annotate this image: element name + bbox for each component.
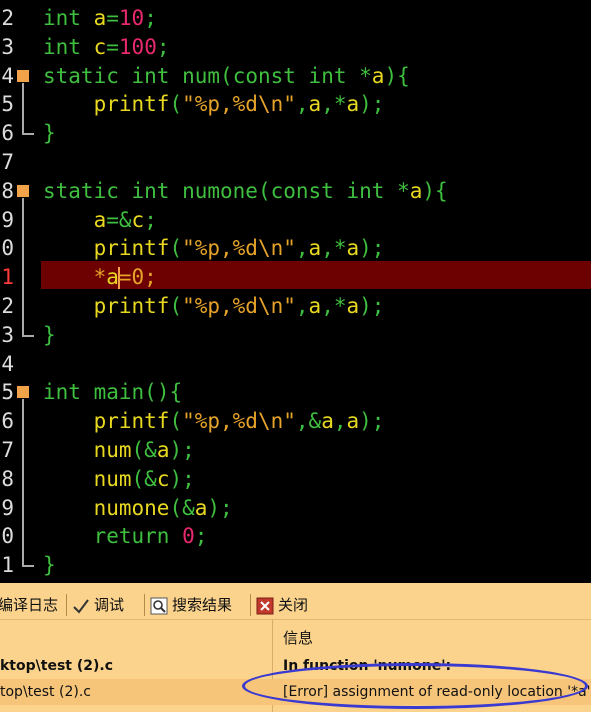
line-number: 7 — [1, 438, 14, 462]
line-number: 9 — [1, 207, 14, 232]
code-line[interactable]: 3 int c=100; — [0, 33, 591, 62]
line-number: 7 — [1, 150, 14, 174]
line-number: 8 — [1, 466, 14, 491]
code-line[interactable]: 1} — [0, 551, 591, 580]
line-number: 5 — [1, 92, 14, 117]
code-text: printf("%p,%d\n",a,*a); — [93, 294, 385, 318]
line-number: 0 — [1, 524, 14, 549]
tab-separator — [66, 594, 67, 616]
tab-separator — [144, 594, 145, 616]
fold-marker-icon[interactable] — [17, 386, 29, 399]
line-number: 9 — [1, 495, 14, 520]
code-text: } — [43, 322, 56, 347]
code-line[interactable]: 9 numone(&a); — [0, 494, 591, 523]
panel-tabs: 编译日志 调试 搜索结果 关闭 — [0, 591, 591, 620]
code-line[interactable]: 2 int a=10; — [0, 4, 591, 33]
code-text: *a=0; — [93, 265, 157, 290]
code-line-error[interactable]: 1 *a=0; — [0, 261, 591, 292]
code-line[interactable]: 9 a=&c; — [0, 206, 591, 235]
code-text: num(&c); — [93, 466, 195, 491]
code-line[interactable]: 5 int main(){ — [0, 378, 591, 407]
code-line[interactable]: 0 return 0; — [0, 522, 591, 551]
fold-guide — [22, 399, 24, 567]
code-line[interactable]: 4 static int num(const int *a){ — [0, 62, 591, 91]
tab-compile-log[interactable]: 编译日志 — [0, 591, 58, 619]
code-text: static int num(const int *a){ — [43, 63, 410, 88]
tab-close-label: 关闭 — [278, 596, 309, 614]
line-number: 6 — [1, 409, 14, 434]
code-text: int main(){ — [43, 380, 183, 405]
line-number: 4 — [1, 351, 14, 376]
fold-guide-end — [22, 133, 34, 136]
code-line[interactable]: 2 printf("%p,%d\n",a,*a); — [0, 292, 591, 321]
code-line[interactable]: 6} — [0, 119, 591, 148]
code-text: printf("%p,%d\n",&a,a); — [93, 409, 385, 434]
line-number: 5 — [1, 380, 14, 405]
code-text: } — [43, 553, 56, 578]
line-number: 0 — [1, 236, 14, 261]
code-text: a=&c; — [93, 207, 157, 232]
code-line[interactable]: 8 static int numone(const int *a){ — [0, 177, 591, 206]
fold-guide — [22, 82, 24, 135]
code-line[interactable]: 3} — [0, 321, 591, 350]
fold-guide — [22, 197, 24, 336]
code-text: printf("%p,%d\n",a,*a); — [93, 236, 385, 261]
line-number: 1 — [1, 553, 14, 578]
message-file: top\test (2).c — [0, 684, 91, 700]
tab-debug[interactable]: 调试 — [72, 591, 124, 619]
checkmark-icon — [73, 598, 89, 614]
tab-separator — [250, 594, 251, 616]
code-text: printf("%p,%d\n",a,*a); — [93, 92, 385, 117]
code-line[interactable]: 8 num(&c); — [0, 465, 591, 494]
tab-close[interactable]: 关闭 — [256, 591, 308, 619]
code-text: return 0; — [93, 524, 208, 549]
code-text: } — [43, 121, 56, 146]
message-file: ktop\test (2).c — [0, 658, 113, 674]
code-line[interactable]: 0 printf("%p,%d\n",a,*a); — [0, 234, 591, 263]
code-line[interactable]: 4 — [0, 350, 591, 379]
tab-debug-label: 调试 — [94, 596, 125, 614]
line-number: 3 — [1, 322, 14, 347]
column-header-info: 信息 — [283, 629, 314, 647]
code-line[interactable]: 6 printf("%p,%d\n",&a,a); — [0, 407, 591, 436]
code-text: int a=10; — [43, 6, 157, 30]
line-number: 1 — [1, 265, 14, 290]
code-editor[interactable]: 2 int a=10; 3 int c=100; 4 static int num(con… — [0, 0, 591, 583]
tab-search-results-label: 搜索结果 — [172, 596, 233, 614]
code-line[interactable]: 7 — [0, 148, 591, 177]
fold-guide-end — [22, 334, 34, 337]
search-icon — [150, 597, 168, 614]
code-text: int c=100; — [43, 34, 170, 59]
tab-compile-log-label: 编译日志 — [0, 596, 59, 614]
line-number: 8 — [1, 178, 14, 203]
code-line[interactable]: 5 printf("%p,%d\n",a,*a); — [0, 90, 591, 119]
code-line[interactable]: 7 num(&a); — [0, 436, 591, 465]
fold-marker-icon[interactable] — [17, 69, 29, 82]
line-number: 6 — [1, 121, 14, 146]
line-number: 2 — [1, 294, 14, 318]
line-number: 4 — [1, 63, 14, 88]
line-number: 2 — [1, 6, 14, 30]
fold-guide-end — [22, 565, 34, 568]
code-text: numone(&a); — [93, 495, 233, 520]
annotation-circle — [242, 663, 588, 709]
code-text: num(&a); — [93, 438, 195, 462]
line-number: 3 — [1, 34, 14, 59]
code-text: static int numone(const int *a){ — [43, 178, 448, 203]
fold-marker-icon[interactable] — [17, 184, 29, 197]
close-icon — [256, 597, 274, 614]
tab-search-results[interactable]: 搜索结果 — [150, 591, 232, 619]
